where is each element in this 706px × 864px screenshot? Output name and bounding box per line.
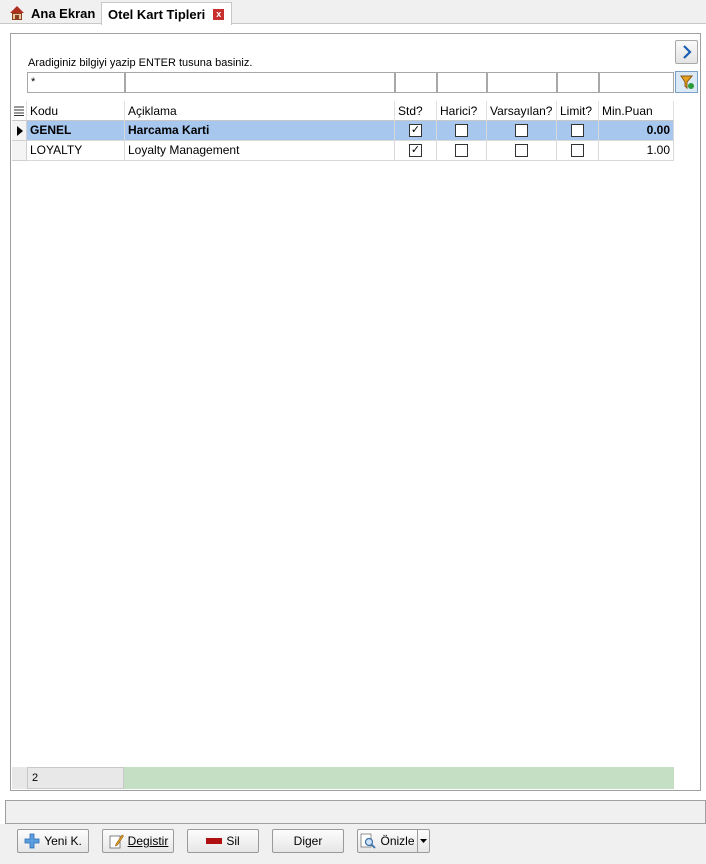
column-header-limit[interactable]: Limit?: [557, 101, 599, 121]
table-cell-std[interactable]: ✓: [395, 141, 437, 161]
table-cell-minpuan[interactable]: 0.00: [599, 121, 674, 141]
table-cell-aciklama[interactable]: Loyalty Management: [125, 141, 395, 161]
column-header-varsayilan[interactable]: Varsayılan?: [487, 101, 557, 121]
filter-std-input[interactable]: [395, 72, 437, 93]
row-indicator[interactable]: [12, 141, 27, 161]
current-row-arrow-icon: [17, 126, 23, 136]
table-cell-varsayilan[interactable]: [487, 141, 557, 161]
filter-clear-icon: [679, 75, 694, 90]
limit-checkbox[interactable]: [571, 144, 584, 157]
preview-button-label: Önizle: [380, 834, 415, 848]
limit-checkbox[interactable]: [571, 124, 584, 137]
new-button[interactable]: Yeni K.: [17, 829, 89, 853]
delete-button[interactable]: Sil: [187, 829, 259, 853]
next-button[interactable]: [675, 40, 698, 64]
filter-minpuan-input[interactable]: [599, 72, 674, 93]
filter-harici-input[interactable]: [437, 72, 487, 93]
table-cell-varsayilan[interactable]: [487, 121, 557, 141]
other-button-label: Diger: [293, 834, 323, 848]
tab-home-label: Ana Ekran: [31, 5, 96, 21]
preview-dropdown-button[interactable]: [417, 829, 430, 853]
harici-checkbox[interactable]: [455, 144, 468, 157]
column-header-minpuan[interactable]: Min.Puan: [599, 101, 674, 121]
table-cell-std[interactable]: ✓: [395, 121, 437, 141]
table-cell-minpuan[interactable]: 1.00: [599, 141, 674, 161]
tab-active-label: Otel Kart Tipleri: [108, 6, 206, 22]
harici-checkbox[interactable]: [455, 124, 468, 137]
clear-filter-button[interactable]: [675, 71, 698, 93]
filter-varsayilan-input[interactable]: [487, 72, 557, 93]
row-indicator[interactable]: [12, 121, 27, 141]
search-hint: Aradiginiz bilgiyi yazip ENTER tusuna ba…: [28, 57, 253, 69]
table-cell-aciklama[interactable]: Harcama Karti: [125, 121, 395, 141]
filter-kodu-input[interactable]: *: [27, 72, 125, 93]
delete-button-label: Sil: [226, 834, 240, 848]
home-icon: [9, 5, 25, 21]
record-count: 2: [27, 767, 124, 789]
column-header-std[interactable]: Std?: [395, 101, 437, 121]
tab-home[interactable]: Ana Ekran: [4, 2, 101, 24]
preview-button[interactable]: Önizle: [357, 829, 417, 853]
filter-limit-input[interactable]: [557, 72, 599, 93]
tab-otel-kart-tipleri[interactable]: Otel Kart Tipleri x: [101, 2, 232, 25]
other-button[interactable]: Diger: [272, 829, 344, 853]
varsayilan-checkbox[interactable]: [515, 144, 528, 157]
table-cell-kodu[interactable]: LOYALTY: [27, 141, 125, 161]
filter-aciklama-input[interactable]: [125, 72, 395, 93]
std-checkbox[interactable]: ✓: [409, 144, 422, 157]
edit-button[interactable]: Degistir: [102, 829, 174, 853]
dropdown-arrow-icon: [420, 839, 427, 843]
grid-menu-icon[interactable]: [12, 101, 27, 121]
table-cell-limit[interactable]: [557, 141, 599, 161]
edit-pencil-icon: [109, 834, 124, 849]
plus-icon: [24, 833, 40, 849]
std-checkbox[interactable]: ✓: [409, 124, 422, 137]
footer-summary-bar: [124, 767, 674, 789]
footer-indicator: [12, 767, 27, 789]
table-cell-kodu[interactable]: GENEL: [27, 121, 125, 141]
table-cell-limit[interactable]: [557, 121, 599, 141]
minus-icon: [206, 838, 223, 844]
column-header-harici[interactable]: Harici?: [437, 101, 487, 121]
status-bar: [5, 800, 706, 824]
table-cell-harici[interactable]: [437, 121, 487, 141]
chevron-right-icon: [682, 45, 692, 59]
column-header-aciklama[interactable]: Açiklama: [125, 101, 395, 121]
table-cell-harici[interactable]: [437, 141, 487, 161]
preview-magnifier-icon: [361, 833, 377, 849]
close-icon[interactable]: x: [213, 8, 225, 20]
new-button-label: Yeni K.: [44, 834, 82, 848]
column-header-kodu[interactable]: Kodu: [27, 101, 125, 121]
edit-button-label: Degistir: [127, 834, 169, 848]
varsayilan-checkbox[interactable]: [515, 124, 528, 137]
